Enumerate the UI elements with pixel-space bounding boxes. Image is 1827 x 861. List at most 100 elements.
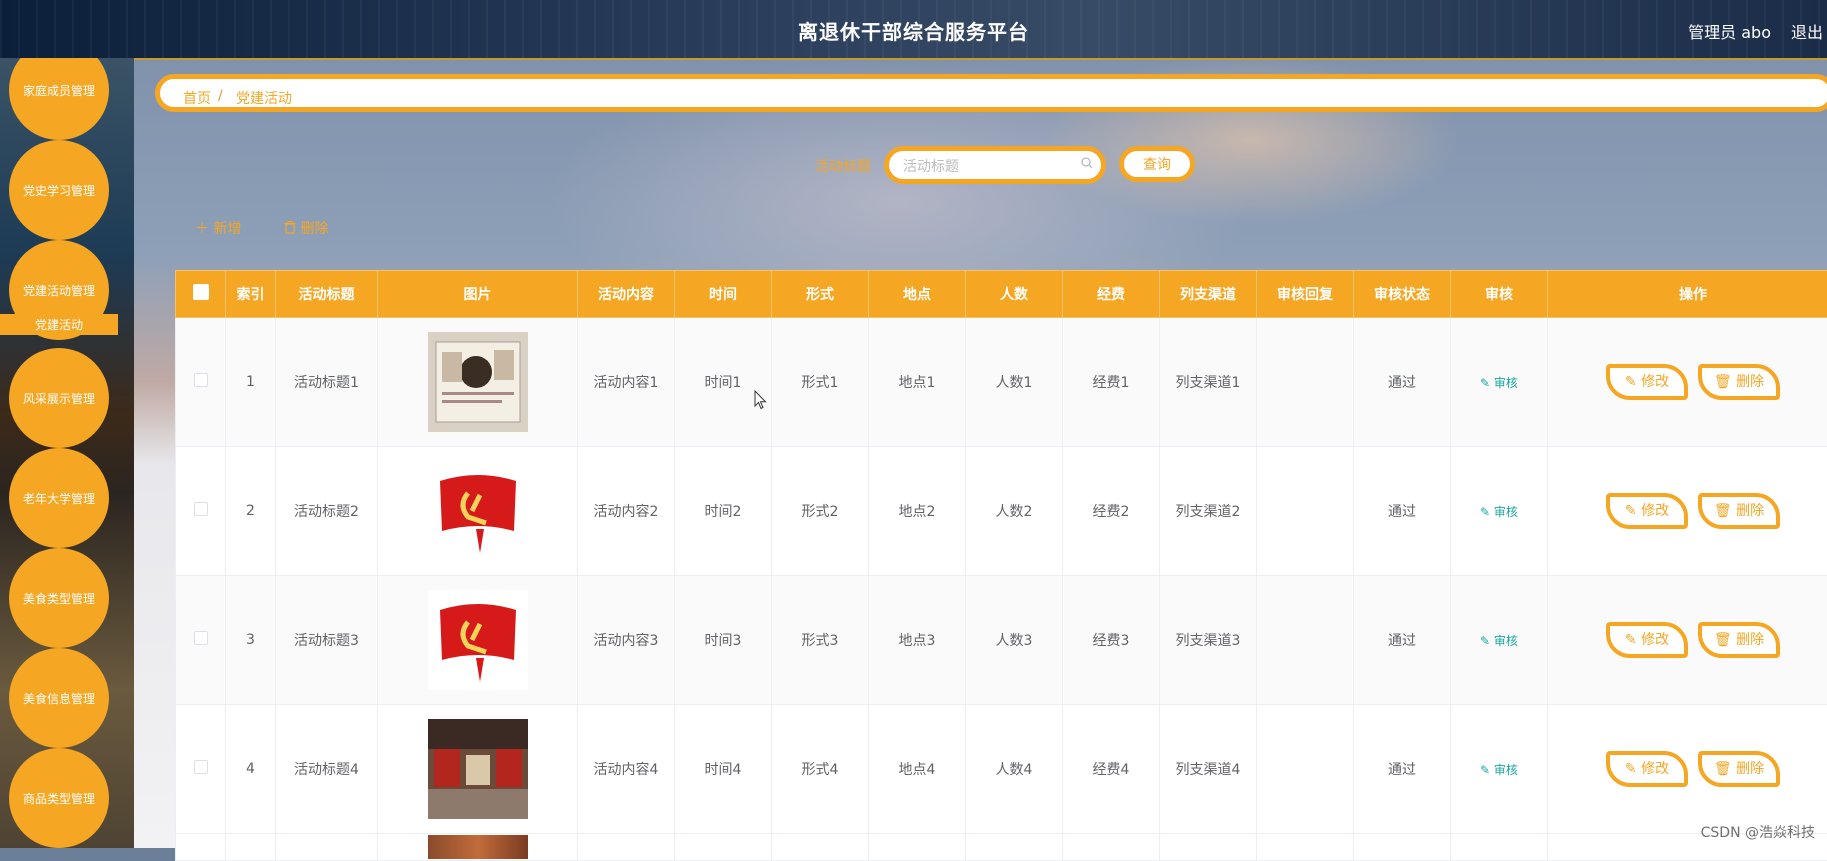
cell-time: 时间1 — [675, 318, 772, 447]
sidebar-item-showcase[interactable]: 风采展示管理 — [9, 348, 109, 448]
cell-empty — [966, 834, 1063, 861]
breadcrumb-current: 党建活动 — [236, 88, 292, 108]
sidebar-item-goods-type[interactable]: 商品类型管理 — [9, 748, 109, 848]
sidebar-item-label: 家庭成员管理 — [23, 82, 95, 99]
table-row: 1活动标题1活动内容1时间1形式1地点1人数1经费1列支渠道1通过✎ 审核✎ 修… — [176, 318, 1827, 447]
col-header: 操作 — [1548, 271, 1827, 318]
batch-delete-button[interactable]: 删除 — [284, 218, 328, 238]
cell-reply — [1257, 705, 1354, 834]
sidebar-item-food-info[interactable]: 美食信息管理 — [9, 648, 109, 748]
col-header: 地点 — [869, 271, 966, 318]
review-link[interactable]: ✎ 审核 — [1480, 505, 1518, 519]
cell-funds: 经费2 — [1063, 447, 1160, 576]
breadcrumb-home[interactable]: 首页 — [183, 88, 211, 108]
cell-index: 3 — [226, 576, 276, 705]
cell-time: 时间4 — [675, 705, 772, 834]
col-header: 人数 — [966, 271, 1063, 318]
sidebar-item-label: 美食类型管理 — [23, 590, 95, 607]
col-header: 审核 — [1451, 271, 1548, 318]
logout-link[interactable]: 退出 — [1791, 19, 1827, 43]
review-link[interactable]: ✎ 审核 — [1480, 763, 1518, 777]
cell-title: 活动标题1 — [276, 318, 378, 447]
delete-label: 删除 — [1736, 761, 1764, 777]
review-label: 审核 — [1494, 505, 1518, 519]
add-label: 新增 — [213, 221, 241, 237]
delete-label: 删除 — [1736, 374, 1764, 390]
cell-status: 通过 — [1354, 705, 1451, 834]
cell-place: 地点1 — [869, 318, 966, 447]
table-header-row: 索引 活动标题 图片 活动内容 时间 形式 地点 人数 经费 列支渠道 审核回复… — [176, 271, 1827, 318]
select-all-checkbox[interactable] — [193, 284, 209, 300]
sidebar-item-senior-university[interactable]: 老年大学管理 — [9, 448, 109, 548]
cell-place: 地点4 — [869, 705, 966, 834]
cell-index: 2 — [226, 447, 276, 576]
cell-form: 形式4 — [772, 705, 869, 834]
trash-icon — [284, 221, 296, 234]
row-checkbox[interactable] — [194, 760, 208, 774]
cell-channel: 列支渠道1 — [1160, 318, 1257, 447]
mouse-cursor-icon — [754, 390, 768, 410]
sidebar-item-label: 商品类型管理 — [23, 790, 95, 807]
cell-count: 人数4 — [966, 705, 1063, 834]
add-button[interactable]: ＋ 新增 — [195, 218, 241, 238]
delete-button[interactable]: 🗑 删除 — [1698, 751, 1780, 787]
table-row: 4活动标题4活动内容4时间4形式4地点4人数4经费4列支渠道4通过✎ 审核✎ 修… — [176, 705, 1827, 834]
delete-button[interactable]: 🗑 删除 — [1698, 493, 1780, 529]
col-header: 索引 — [226, 271, 276, 318]
row-select-cell[interactable] — [176, 705, 226, 834]
edit-button[interactable]: ✎ 修改 — [1606, 751, 1688, 787]
trash-icon: 🗑 — [1714, 503, 1736, 519]
select-all-cell[interactable] — [176, 271, 226, 318]
delete-button[interactable]: 🗑 删除 — [1698, 364, 1780, 400]
cell-time: 时间3 — [675, 576, 772, 705]
review-link[interactable]: ✎ 审核 — [1480, 376, 1518, 390]
top-header: 离退休干部综合服务平台 管理员 abo 退出 — [0, 0, 1827, 60]
row-select-cell[interactable] — [176, 447, 226, 576]
delete-button[interactable]: 🗑 删除 — [1698, 622, 1780, 658]
operation-cell: ✎ 修改 🗑 删除 — [1548, 447, 1827, 576]
image-cell — [378, 447, 578, 576]
cell-empty — [276, 834, 378, 861]
cell-empty — [578, 834, 675, 861]
row-select-cell[interactable] — [176, 318, 226, 447]
edit-button[interactable]: ✎ 修改 — [1606, 364, 1688, 400]
search-input[interactable] — [901, 155, 1065, 179]
cell-empty — [1160, 834, 1257, 861]
cell-status: 通过 — [1354, 318, 1451, 447]
sidebar-item-party-history[interactable]: 党史学习管理 — [9, 140, 109, 240]
sidebar-item-food-type[interactable]: 美食类型管理 — [9, 548, 109, 648]
delete-label: 删除 — [300, 221, 328, 237]
cell-content: 活动内容1 — [578, 318, 675, 447]
cell-channel: 列支渠道3 — [1160, 576, 1257, 705]
pencil-icon: ✎ — [1480, 505, 1494, 519]
col-header: 形式 — [772, 271, 869, 318]
col-header: 列支渠道 — [1160, 271, 1257, 318]
sidebar-item-family[interactable]: 家庭成员管理 — [9, 58, 109, 140]
row-checkbox[interactable] — [194, 373, 208, 387]
review-link[interactable]: ✎ 审核 — [1480, 634, 1518, 648]
row-select-cell[interactable] — [176, 834, 226, 861]
sidebar-item-label: 老年大学管理 — [23, 490, 95, 507]
row-checkbox[interactable] — [194, 631, 208, 645]
table-row: 3活动标题3活动内容3时间3形式3地点3人数3经费3列支渠道3通过✎ 审核✎ 修… — [176, 576, 1827, 705]
trash-icon: 🗑 — [1714, 761, 1736, 777]
cell-empty — [1063, 834, 1160, 861]
row-checkbox[interactable] — [194, 502, 208, 516]
plus-icon: ＋ — [195, 221, 213, 237]
edit-button[interactable]: ✎ 修改 — [1606, 493, 1688, 529]
search-button[interactable]: 查询 — [1119, 146, 1195, 182]
edit-label: 修改 — [1641, 503, 1669, 519]
cell-place: 地点2 — [869, 447, 966, 576]
edit-label: 修改 — [1641, 632, 1669, 648]
edit-button[interactable]: ✎ 修改 — [1606, 622, 1688, 658]
sidebar-subitem-party-activity[interactable]: 党建活动 — [0, 314, 118, 335]
col-header: 时间 — [675, 271, 772, 318]
row-select-cell[interactable] — [176, 576, 226, 705]
cell-content: 活动内容3 — [578, 576, 675, 705]
col-header: 活动标题 — [276, 271, 378, 318]
image-cell — [378, 705, 578, 834]
trash-icon: 🗑 — [1714, 374, 1736, 390]
sidebar-item-label: 风采展示管理 — [23, 390, 95, 407]
cell-title: 活动标题4 — [276, 705, 378, 834]
cell-form: 形式1 — [772, 318, 869, 447]
